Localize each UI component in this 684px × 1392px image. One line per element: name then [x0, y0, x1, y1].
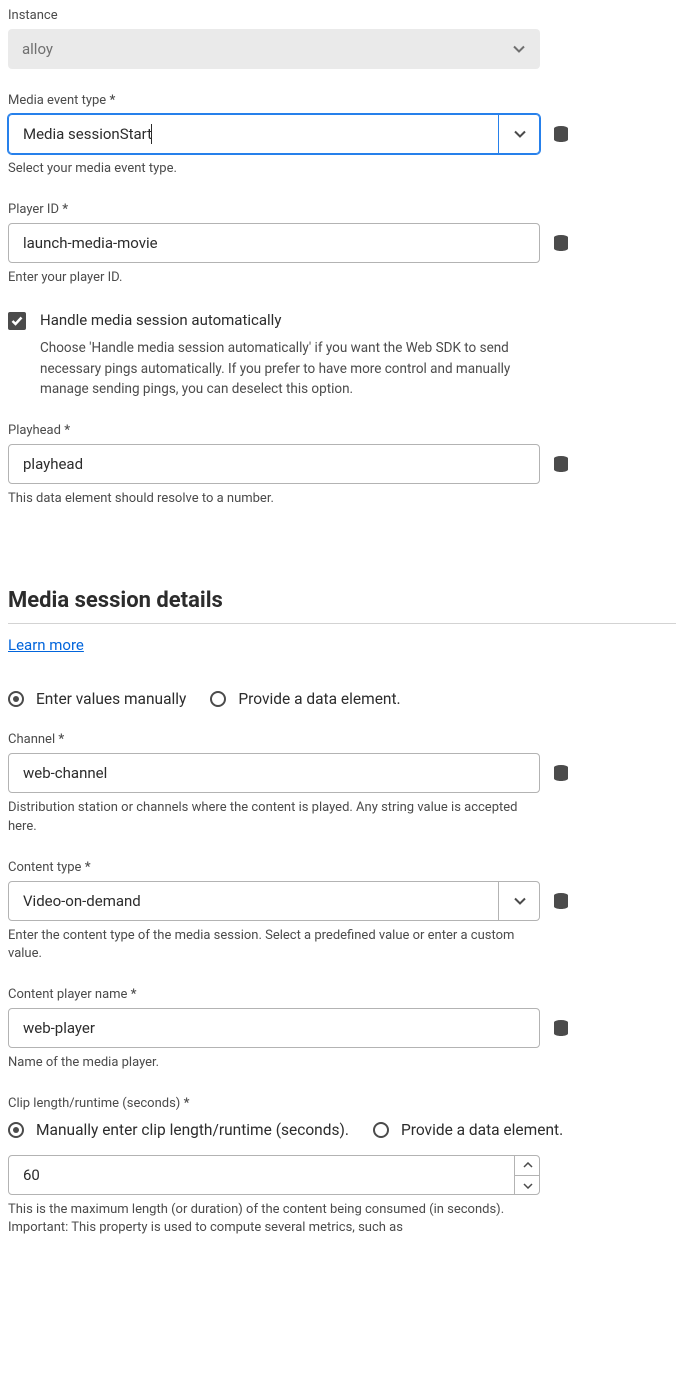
content-type-input[interactable]: Video-on-demand — [8, 881, 540, 921]
database-icon[interactable] — [552, 892, 570, 910]
player-id-label: Player ID * — [8, 202, 676, 217]
content-type-label: Content type * — [8, 860, 676, 875]
clip-radio-manual[interactable] — [8, 1122, 24, 1138]
database-icon[interactable] — [552, 455, 570, 473]
channel-label: Channel * — [8, 732, 676, 747]
database-icon[interactable] — [552, 764, 570, 782]
database-icon[interactable] — [552, 125, 570, 143]
instance-select[interactable]: alloy — [8, 29, 540, 69]
clip-radio-manual-label: Manually enter clip length/runtime (seco… — [36, 1121, 349, 1139]
clip-radio-element[interactable] — [373, 1122, 389, 1138]
content-type-dropdown-button[interactable] — [498, 881, 540, 921]
chevron-down-icon — [513, 893, 527, 909]
radio-data-element[interactable] — [210, 691, 226, 707]
radio-data-element-label: Provide a data element. — [238, 690, 400, 708]
database-icon[interactable] — [552, 234, 570, 252]
clip-length-input[interactable]: 60 — [8, 1155, 540, 1195]
clip-radio-element-label: Provide a data element. — [401, 1121, 563, 1139]
stepper-down[interactable] — [515, 1176, 540, 1196]
channel-help: Distribution station or channels where t… — [8, 799, 540, 835]
player-id-input[interactable]: launch-media-movie — [8, 223, 540, 263]
instance-label: Instance — [8, 8, 676, 23]
media-event-type-help: Select your media event type. — [8, 160, 540, 178]
chevron-down-icon — [512, 45, 526, 53]
chevron-down-icon — [513, 126, 527, 142]
player-id-help: Enter your player ID. — [8, 269, 540, 287]
database-icon[interactable] — [552, 1019, 570, 1037]
channel-input[interactable]: web-channel — [8, 753, 540, 793]
clip-length-help: This is the maximum length (or duration)… — [8, 1201, 540, 1237]
player-name-help: Name of the media player. — [8, 1054, 540, 1072]
playhead-help: This data element should resolve to a nu… — [8, 490, 540, 508]
divider — [8, 623, 676, 624]
clip-length-label: Clip length/runtime (seconds) * — [8, 1096, 676, 1111]
media-event-type-dropdown-button[interactable] — [498, 114, 540, 154]
player-name-input[interactable]: web-player — [8, 1008, 540, 1048]
radio-manual[interactable] — [8, 691, 24, 707]
playhead-label: Playhead * — [8, 423, 676, 438]
media-event-type-label: Media event type * — [8, 93, 676, 108]
handle-auto-label: Handle media session automatically — [40, 311, 281, 329]
radio-manual-label: Enter values manually — [36, 690, 186, 708]
section-title: Media session details — [8, 588, 676, 613]
content-type-help: Enter the content type of the media sess… — [8, 927, 540, 963]
handle-auto-desc: Choose 'Handle media session automatical… — [40, 338, 540, 399]
handle-auto-checkbox[interactable] — [8, 312, 26, 330]
learn-more-link[interactable]: Learn more — [8, 636, 84, 654]
player-name-label: Content player name * — [8, 987, 676, 1002]
stepper-up[interactable] — [515, 1155, 540, 1176]
instance-value: alloy — [22, 40, 53, 58]
input-mode-radio-group: Enter values manually Provide a data ele… — [8, 690, 676, 708]
playhead-input[interactable]: playhead — [8, 444, 540, 484]
media-event-type-input[interactable]: Media sessionStart — [8, 114, 540, 154]
